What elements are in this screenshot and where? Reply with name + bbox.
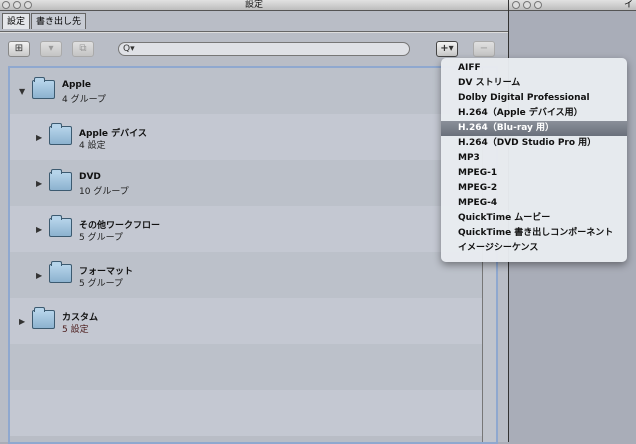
menu-item[interactable]: H.264（DVD Studio Pro 用）: [441, 136, 627, 151]
menu-item[interactable]: H.264（Blu-ray 用）: [441, 121, 627, 136]
menu-item[interactable]: AIFF: [441, 61, 627, 76]
tab-settings[interactable]: 設定: [2, 13, 31, 29]
add-group-button[interactable]: ⊞: [8, 41, 30, 57]
search-input[interactable]: Q▾: [118, 42, 410, 56]
add-setting-menu: AIFF DV ストリーム Dolby Digital Professional H.…: [441, 58, 627, 262]
tree-row-formats[interactable]: ▶ フォーマット 5 グループ: [10, 252, 496, 298]
folder-icon: [49, 169, 72, 191]
tree-row-dvd[interactable]: ▶ DVD 10 グループ: [10, 160, 496, 206]
disclosure-collapsed-icon[interactable]: ▶: [36, 225, 42, 234]
inspector-title: イ: [623, 0, 633, 10]
row-count: 4 設定: [79, 141, 106, 151]
disclosure-expanded-icon[interactable]: ▼: [19, 87, 25, 96]
tree-row-apple[interactable]: ▼ Apple 4 グループ: [10, 68, 496, 114]
menu-item[interactable]: MPEG-4: [441, 196, 627, 211]
menu-item[interactable]: QuickTime 書き出しコンポーネント: [441, 226, 627, 241]
minus-icon: −: [479, 43, 489, 54]
folder-icon: [49, 123, 72, 145]
folder-icon: [32, 77, 55, 99]
row-name: DVD: [79, 172, 101, 182]
row-count: 5 グループ: [79, 233, 124, 243]
disclosure-collapsed-icon[interactable]: ▶: [19, 317, 25, 326]
zoom-button[interactable]: [24, 1, 32, 9]
tree-row-apple-devices[interactable]: ▶ Apple デバイス 4 設定: [10, 114, 496, 160]
tree-row-custom[interactable]: ▶ カスタム 5 設定: [10, 298, 496, 344]
empty-row: [10, 390, 496, 436]
film-down-icon: ▾: [48, 43, 54, 54]
row-count: 10 グループ: [79, 187, 129, 197]
tab-destinations[interactable]: 書き出し先: [31, 13, 87, 29]
search-icon: Q▾: [123, 44, 135, 54]
minimize-button[interactable]: [13, 1, 21, 9]
settings-tree: ▼ Apple 4 グループ ▶ Apple デバイス 4 設定 ▶ DVD 1…: [8, 66, 498, 444]
row-count: 5 グループ: [79, 279, 124, 289]
row-count: 5 設定: [62, 325, 89, 335]
add-setting-button[interactable]: +▾: [436, 41, 458, 57]
tab-bar: 設定 書き出し先: [2, 13, 87, 29]
menu-item[interactable]: MPEG-2: [441, 181, 627, 196]
menu-item[interactable]: イメージシーケンス: [441, 241, 627, 256]
duplicate-icon: ⧉: [79, 43, 87, 54]
disclosure-collapsed-icon[interactable]: ▶: [36, 179, 42, 188]
row-name: Apple: [62, 80, 92, 90]
row-count: 4 グループ: [62, 95, 107, 105]
close-button[interactable]: [2, 1, 10, 9]
tab-divider: [0, 31, 508, 33]
menu-item[interactable]: H.264（Apple デバイス用）: [441, 106, 627, 121]
folder-add-icon: ⊞: [14, 43, 24, 54]
window-titlebar: 設定: [0, 0, 508, 11]
folder-icon: [49, 215, 72, 237]
menu-item[interactable]: Dolby Digital Professional: [441, 91, 627, 106]
disclosure-collapsed-icon[interactable]: ▶: [36, 133, 42, 142]
settings-panel: 設定 書き出し先 ⊞ ▾ ⧉ Q▾ +▾ − ▼ Apple 4 グループ ▶ …: [0, 11, 508, 444]
folder-icon: [32, 307, 55, 329]
remove-button[interactable]: −: [473, 41, 495, 57]
zoom-button[interactable]: [534, 1, 542, 9]
duplicate-button[interactable]: ⧉: [72, 41, 94, 57]
minimize-button[interactable]: [523, 1, 531, 9]
inspector-titlebar: イ: [509, 0, 636, 11]
close-button[interactable]: [512, 1, 520, 9]
empty-row: [10, 344, 496, 390]
tree-row-other-workflows[interactable]: ▶ その他ワークフロー 5 グループ: [10, 206, 496, 252]
menu-item[interactable]: QuickTime ムービー: [441, 211, 627, 226]
window-title: 設定: [244, 0, 263, 10]
menu-item[interactable]: DV ストリーム: [441, 76, 627, 91]
menu-item[interactable]: MPEG-1: [441, 166, 627, 181]
apply-button[interactable]: ▾: [40, 41, 62, 57]
folder-icon: [49, 261, 72, 283]
menu-item[interactable]: MP3: [441, 151, 627, 166]
disclosure-collapsed-icon[interactable]: ▶: [36, 271, 42, 280]
plus-menu-icon: +▾: [440, 43, 454, 54]
